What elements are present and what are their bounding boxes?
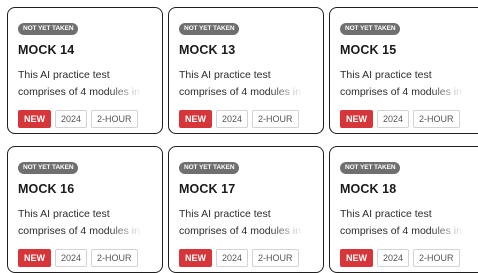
duration-tag: 2-HOUR: [413, 249, 460, 267]
year-tag: 2024: [216, 110, 249, 128]
status-badge: NOT YET TAKEN: [340, 23, 401, 35]
card-description: This AI practice test comprises of 4 mod…: [340, 206, 468, 240]
year-tag: 2024: [377, 249, 410, 267]
duration-tag: 2-HOUR: [413, 110, 460, 128]
duration-tag: 2-HOUR: [91, 110, 138, 128]
year-tag: 2024: [216, 249, 249, 267]
card-title: MOCK 15: [340, 43, 397, 57]
year-tag: 2024: [55, 249, 88, 267]
card-title: MOCK 14: [18, 43, 75, 57]
mock-card[interactable]: NOT YET TAKEN MOCK 17 This AI practice t…: [168, 146, 324, 273]
mock-card[interactable]: NOT YET TAKEN MOCK 16 This AI practice t…: [7, 146, 163, 273]
mock-card[interactable]: NOT YET TAKEN MOCK 13 This AI practice t…: [168, 7, 324, 134]
year-tag: 2024: [377, 110, 410, 128]
card-description: This AI practice test comprises of 4 mod…: [179, 206, 307, 240]
mock-card[interactable]: NOT YET TAKEN MOCK 15 This AI practice t…: [329, 7, 478, 134]
year-tag: 2024: [55, 110, 88, 128]
status-badge: NOT YET TAKEN: [340, 162, 401, 174]
new-tag: NEW: [179, 249, 212, 267]
tag-list: NEW 2024 2-HOUR: [340, 110, 478, 128]
new-tag: NEW: [340, 110, 373, 128]
card-description: This AI practice test comprises of 4 mod…: [18, 206, 146, 240]
new-tag: NEW: [179, 110, 212, 128]
status-badge: NOT YET TAKEN: [179, 23, 240, 35]
status-badge: NOT YET TAKEN: [179, 162, 240, 174]
mock-test-grid: NOT YET TAKEN MOCK 14 This AI practice t…: [7, 7, 478, 273]
card-title: MOCK 18: [340, 182, 397, 196]
card-title: MOCK 16: [18, 182, 75, 196]
new-tag: NEW: [18, 249, 51, 267]
tag-list: NEW 2024 2-HOUR: [179, 110, 313, 128]
card-title: MOCK 17: [179, 182, 236, 196]
duration-tag: 2-HOUR: [252, 110, 299, 128]
duration-tag: 2-HOUR: [252, 249, 299, 267]
mock-card[interactable]: NOT YET TAKEN MOCK 18 This AI practice t…: [329, 146, 478, 273]
tag-list: NEW 2024 2-HOUR: [179, 249, 313, 267]
status-badge: NOT YET TAKEN: [18, 23, 79, 35]
new-tag: NEW: [340, 249, 373, 267]
card-description: This AI practice test comprises of 4 mod…: [179, 67, 307, 101]
tag-list: NEW 2024 2-HOUR: [340, 249, 478, 267]
card-title: MOCK 13: [179, 43, 236, 57]
tag-list: NEW 2024 2-HOUR: [18, 249, 152, 267]
card-description: This AI practice test comprises of 4 mod…: [18, 67, 146, 101]
mock-card[interactable]: NOT YET TAKEN MOCK 14 This AI practice t…: [7, 7, 163, 134]
duration-tag: 2-HOUR: [91, 249, 138, 267]
tag-list: NEW 2024 2-HOUR: [18, 110, 152, 128]
card-description: This AI practice test comprises of 4 mod…: [340, 67, 468, 101]
status-badge: NOT YET TAKEN: [18, 162, 79, 174]
new-tag: NEW: [18, 110, 51, 128]
